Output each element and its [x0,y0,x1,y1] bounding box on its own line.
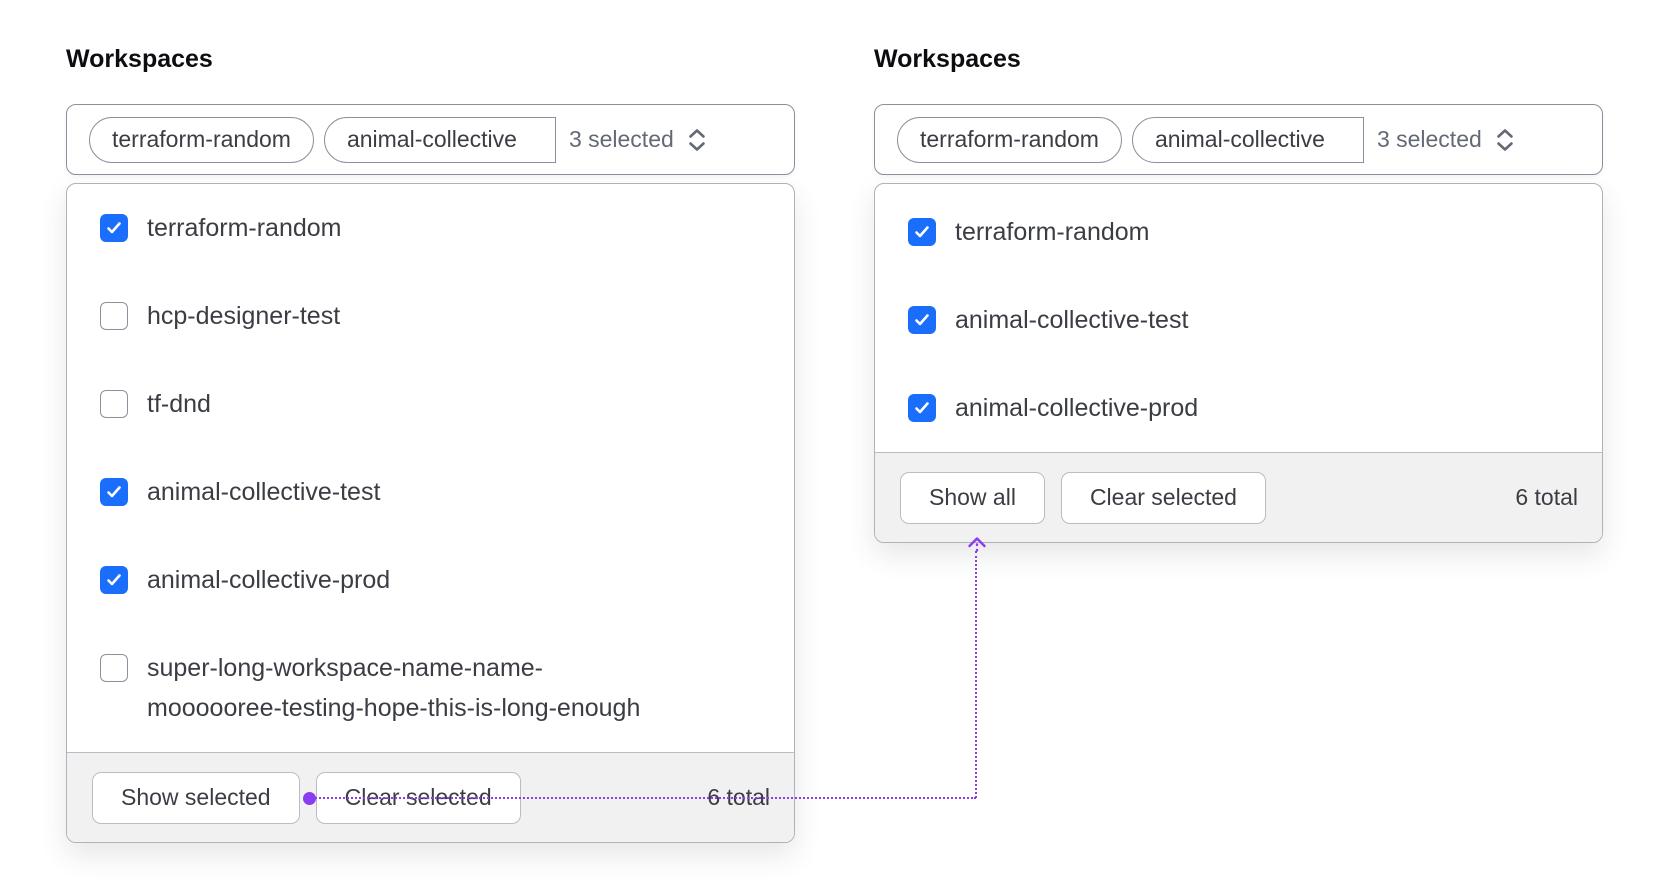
selected-tag: terraform-random [897,116,1122,163]
checkbox[interactable] [100,654,128,682]
clear-selected-button[interactable]: Clear selected [315,771,521,824]
option-row[interactable]: tf-dnd [67,360,794,448]
options-list: terraform-random hcp-designer-test tf-dn… [67,184,794,752]
selected-tag-clipped: animal-collective [1131,116,1364,163]
options-dropdown: terraform-random hcp-designer-test tf-dn… [66,183,795,843]
dropdown-footer: Show selected Clear selected 6 total [67,752,794,842]
total-count-label: 6 total [707,784,770,810]
clear-selected-button[interactable]: Clear selected [1060,471,1266,524]
workspaces-multiselect-expanded: Workspaces terraform-random animal-colle… [66,44,795,843]
option-row[interactable]: terraform-random [67,184,794,272]
options-dropdown: terraform-random animal-collective-test … [874,183,1603,543]
option-label: super-long-workspace-name-name- mooooore… [147,654,641,722]
show-selected-button[interactable]: Show selected [92,771,300,824]
option-row[interactable]: animal-collective-test [875,276,1602,364]
selection-count-label: 3 selected [1376,126,1482,152]
option-label: hcp-designer-test [147,302,341,330]
workspaces-multiselect-filtered: Workspaces terraform-random animal-colle… [874,44,1603,543]
check-icon [107,486,121,498]
option-row[interactable]: animal-collective-prod [875,364,1602,452]
checkbox[interactable] [100,566,128,594]
option-row[interactable]: animal-collective-prod [67,536,794,624]
checkbox[interactable] [100,390,128,418]
selection-count-label: 3 selected [568,126,674,152]
check-icon [107,574,121,586]
option-label: tf-dnd [147,390,211,418]
option-row[interactable]: super-long-workspace-name-name- mooooore… [67,624,794,752]
checkbox[interactable] [100,302,128,330]
connector-line-vertical [975,551,977,798]
options-list: terraform-random animal-collective-test … [875,184,1602,452]
chevron-sort-icon [1494,126,1516,154]
show-all-button[interactable]: Show all [900,471,1045,524]
option-row[interactable]: hcp-designer-test [67,272,794,360]
checkbox[interactable] [100,214,128,242]
selected-tag: terraform-random [89,116,314,163]
field-label: Workspaces [874,45,1021,73]
option-label: animal-collective-test [955,306,1189,334]
option-label: terraform-random [955,218,1150,246]
dropdown-footer: Show all Clear selected 6 total [875,452,1602,542]
canvas: Workspaces terraform-random animal-colle… [0,0,1672,892]
check-icon [915,314,929,326]
selected-tag-clipped: animal-collective [323,116,556,163]
option-label: animal-collective-test [147,478,381,506]
option-label: terraform-random [147,214,342,242]
chevron-sort-icon [686,126,708,154]
checkbox[interactable] [100,478,128,506]
option-row[interactable]: terraform-random [875,188,1602,276]
option-row[interactable]: animal-collective-test [67,448,794,536]
multiselect-trigger[interactable]: terraform-random animal-collective 3 sel… [874,104,1603,175]
option-label: animal-collective-prod [955,394,1199,422]
checkbox[interactable] [908,218,936,246]
checkbox[interactable] [908,394,936,422]
checkbox[interactable] [908,306,936,334]
option-label: animal-collective-prod [147,566,391,594]
field-label: Workspaces [66,45,213,73]
multiselect-trigger[interactable]: terraform-random animal-collective 3 sel… [66,104,795,175]
check-icon [915,402,929,414]
total-count-label: 6 total [1515,484,1578,510]
check-icon [915,226,929,238]
check-icon [107,222,121,234]
